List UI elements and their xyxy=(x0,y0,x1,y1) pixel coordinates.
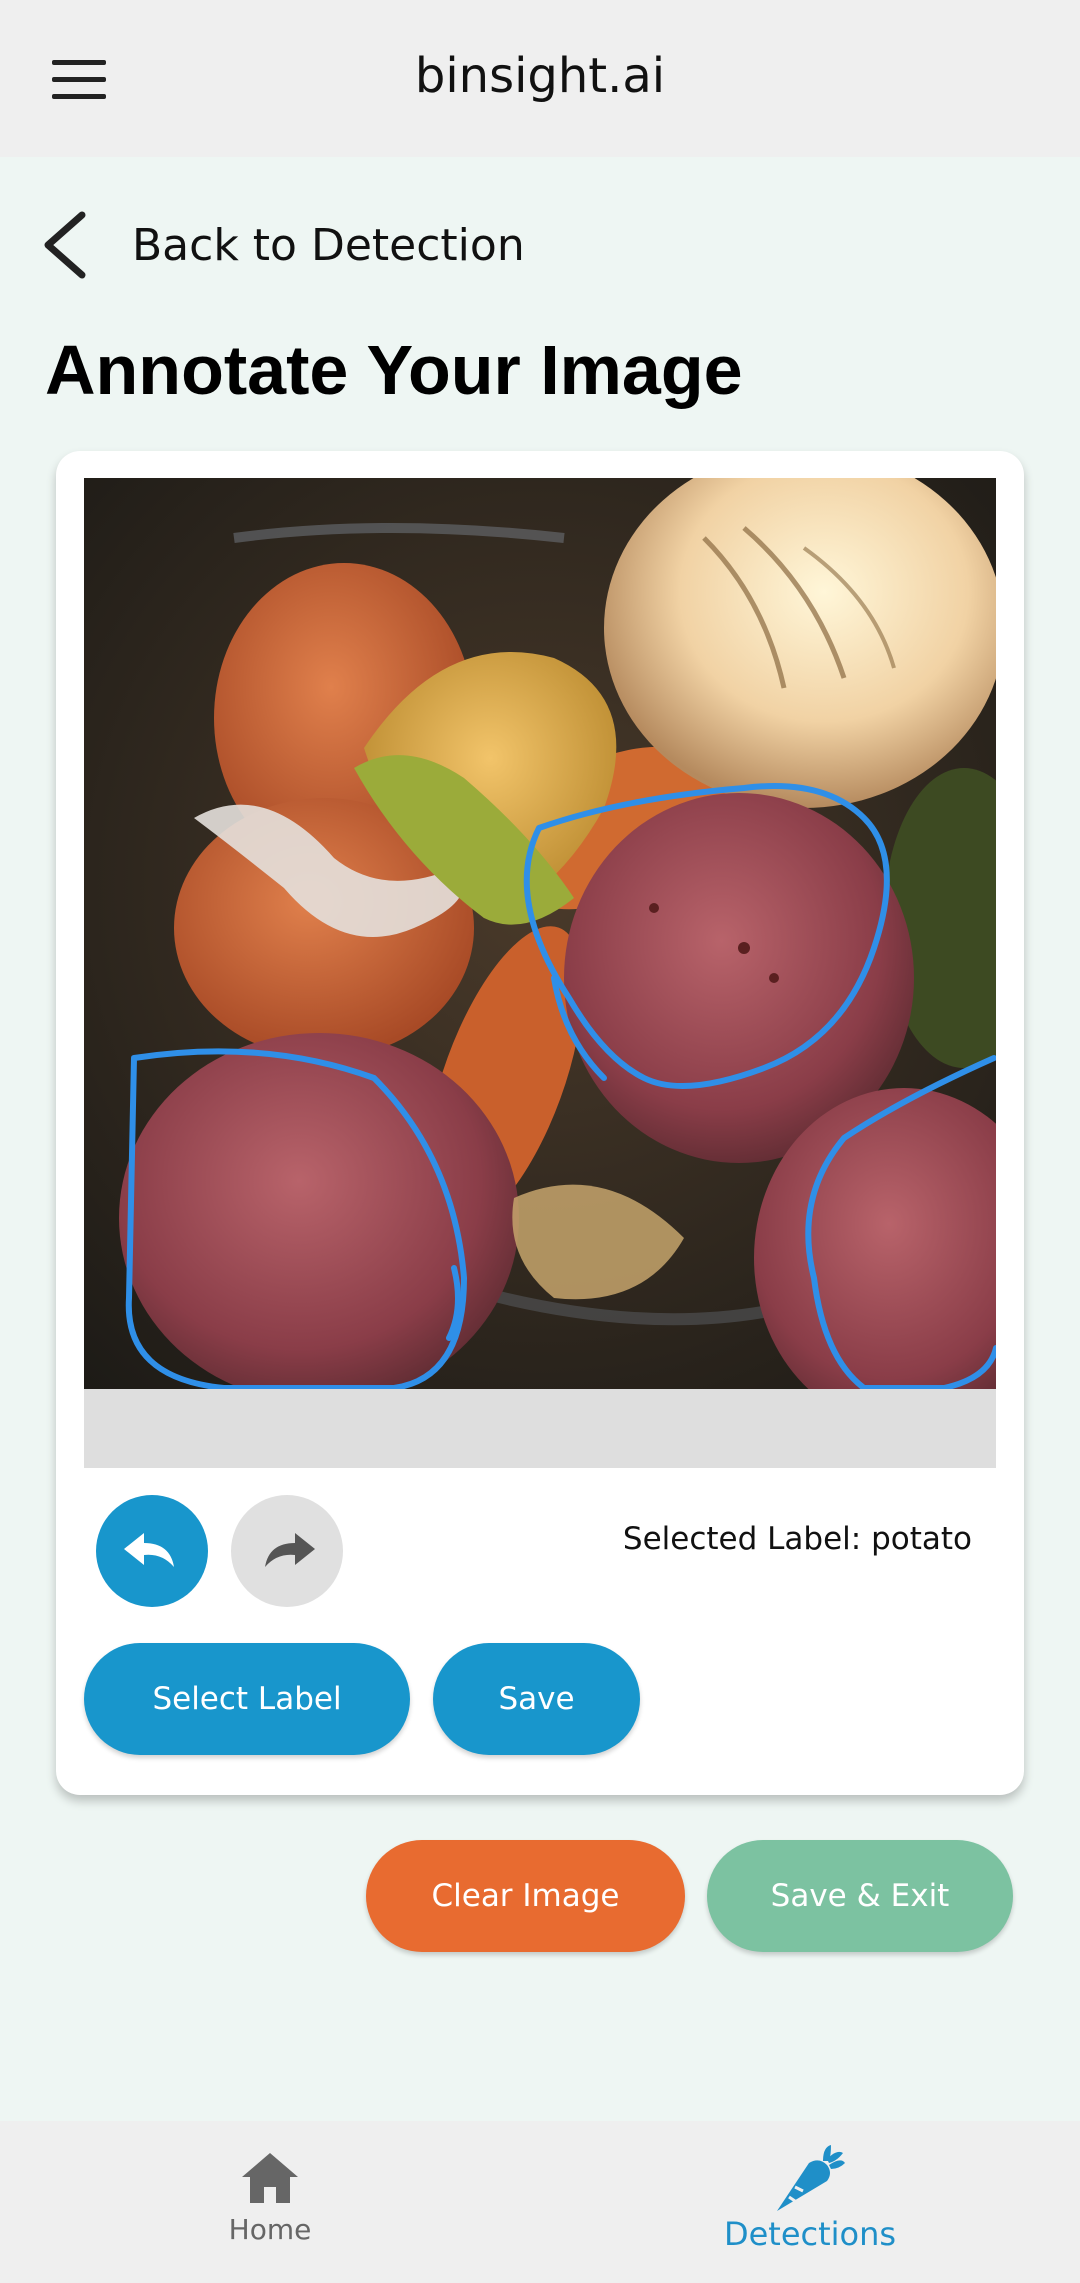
app-title: binsight.ai xyxy=(414,48,666,104)
back-to-detection-link[interactable]: Back to Detection xyxy=(40,205,525,285)
bin-photo xyxy=(84,478,996,1389)
nav-item-home[interactable]: Home xyxy=(170,2121,370,2283)
selected-label-text: Selected Label: potato xyxy=(622,1521,972,1557)
nav-label-detections: Detections xyxy=(723,2215,897,2253)
page-title: Annotate Your Image xyxy=(45,331,743,409)
back-link-label: Back to Detection xyxy=(132,219,525,271)
app-bar: binsight.ai xyxy=(0,0,1080,157)
home-icon xyxy=(242,2153,298,2203)
save-button[interactable]: Save xyxy=(433,1643,640,1755)
redo-icon xyxy=(265,1533,315,1567)
nav-item-detections[interactable]: Detections xyxy=(690,2121,930,2283)
undo-icon xyxy=(124,1533,174,1567)
clear-image-button[interactable]: Clear Image xyxy=(366,1840,685,1952)
select-label-button[interactable]: Select Label xyxy=(84,1643,410,1755)
redo-button[interactable] xyxy=(231,1495,343,1607)
annotation-card: Selected Label: potato Select Label Save xyxy=(56,451,1024,1795)
save-and-exit-button[interactable]: Save & Exit xyxy=(707,1840,1013,1952)
undo-button[interactable] xyxy=(96,1495,208,1607)
nav-label-home: Home xyxy=(228,2213,312,2246)
annotation-canvas[interactable] xyxy=(84,478,996,1468)
photo-illustration xyxy=(84,478,996,1389)
chevron-left-icon xyxy=(44,211,86,279)
carrot-icon xyxy=(777,2145,845,2211)
bottom-nav: Home Detections xyxy=(0,2121,1080,2283)
